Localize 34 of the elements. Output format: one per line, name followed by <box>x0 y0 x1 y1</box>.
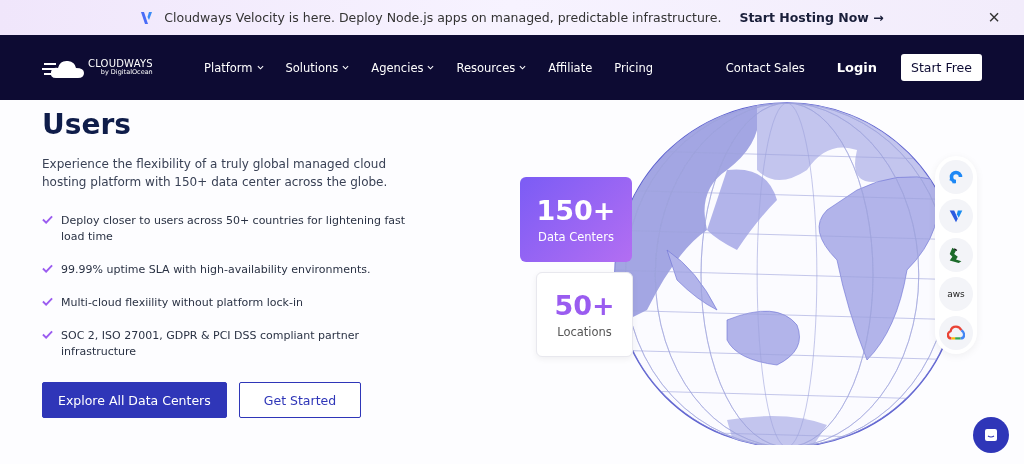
check-icon <box>42 297 53 306</box>
get-started-button[interactable]: Get Started <box>238 382 362 418</box>
explore-button[interactable]: Explore All Data Centers <box>42 382 227 418</box>
feature-text: Deploy closer to users across 50+ countries for lightening fast load time <box>61 213 407 245</box>
login-link[interactable]: Login <box>836 60 877 75</box>
chat-icon <box>983 427 999 443</box>
stat-label: Locations <box>557 325 612 339</box>
nav-link[interactable]: Platform <box>204 60 264 75</box>
brand-name: CLOUDWAYS <box>88 59 153 70</box>
feature-text: Multi-cloud flexiility without platform lock-in <box>61 295 303 311</box>
close-button[interactable]: × <box>988 7 1000 27</box>
nav-link[interactable]: Solutions <box>285 60 350 75</box>
check-icon <box>42 264 53 273</box>
stat-label: Data Centers <box>538 230 614 244</box>
nav-link[interactable]: Affiliate <box>548 60 593 75</box>
stat-value: 150+ <box>536 195 616 226</box>
intro-text: Experience the flexibility of a truly global managed cloud hosting platform with 150+ data center across the globe. <box>42 156 389 191</box>
feature-text: SOC 2, ISO 27001, GDPR & PCI DSS compliant partner infrastructure <box>61 328 360 360</box>
ring-logo-icon <box>947 168 965 186</box>
cloud-logo-icon <box>947 324 965 342</box>
nav-link[interactable]: Resources <box>456 60 527 75</box>
check-icon <box>42 215 53 224</box>
nav-link[interactable]: Agencies <box>371 60 435 75</box>
contact-sales-link[interactable]: Contact Sales <box>725 60 805 75</box>
check-icon <box>42 330 53 339</box>
announcement-text: Cloudways Velocity is here. Deploy Node.js apps on managed, predictable infrastructure. <box>164 10 722 25</box>
start-free-button[interactable]: Start Free <box>900 54 982 81</box>
start-hosting-link[interactable]: Start Hosting Now → <box>739 10 884 25</box>
feature-text: 99.99% uptime SLA with high-availability environments. <box>61 262 371 278</box>
hero-heading: Users <box>42 108 132 141</box>
stat-value: 50+ <box>554 290 615 321</box>
chat-button[interactable] <box>973 417 1009 453</box>
provider-logo-text: aws <box>947 289 965 299</box>
nav-link[interactable]: Pricing <box>614 60 653 75</box>
